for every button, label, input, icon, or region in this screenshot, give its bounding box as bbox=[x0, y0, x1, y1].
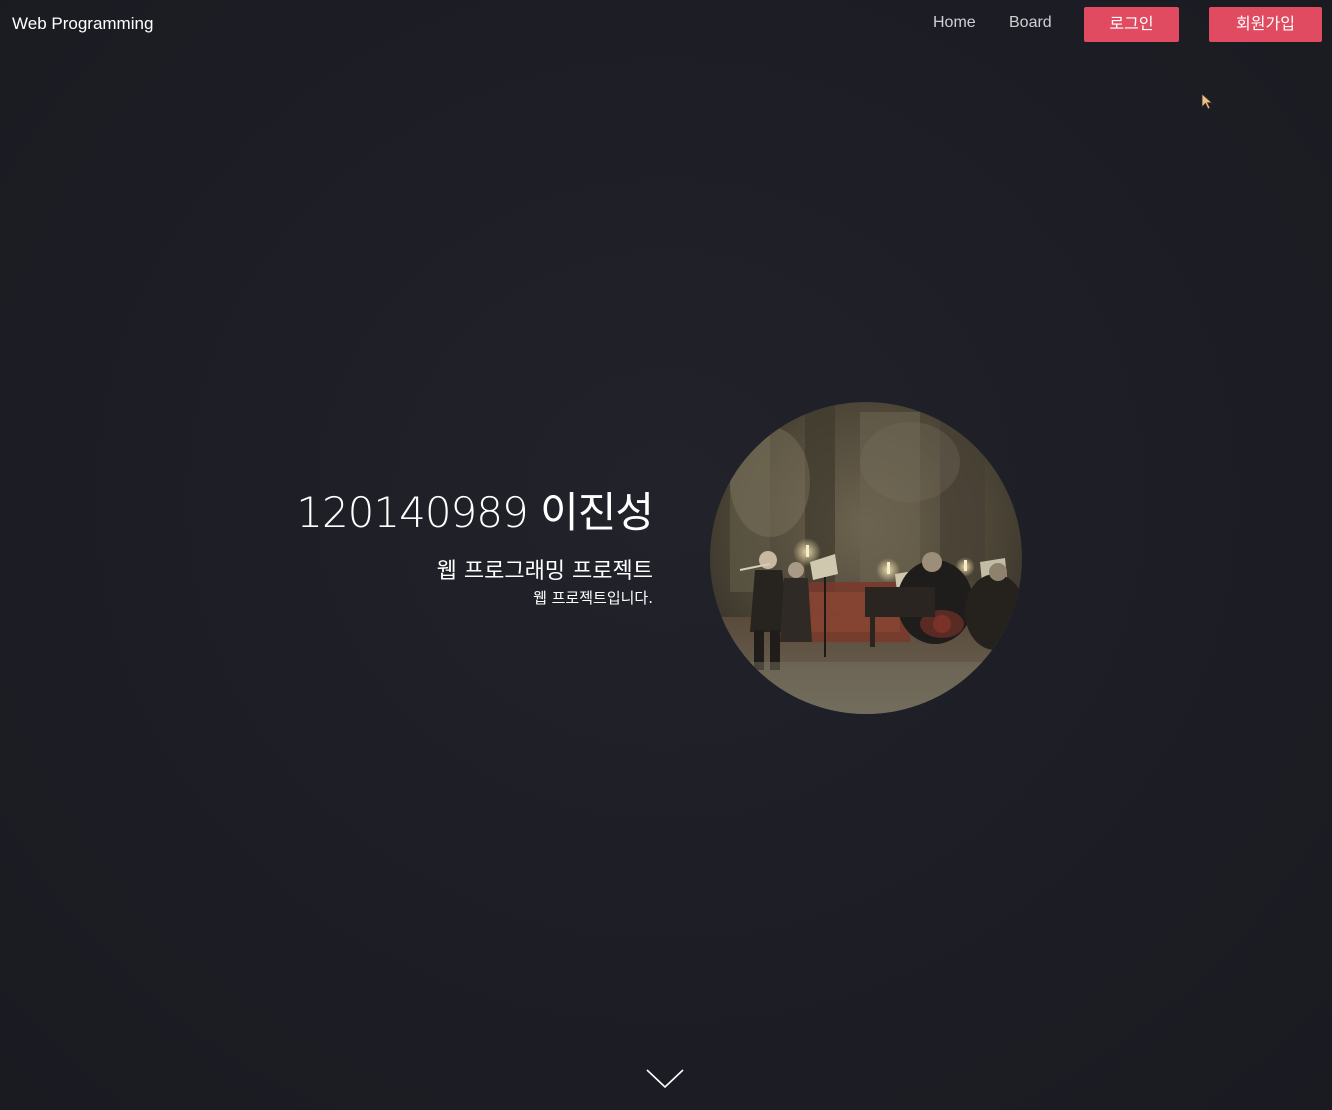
chevron-down-icon[interactable] bbox=[645, 1066, 685, 1090]
signup-button[interactable]: 회원가입 bbox=[1209, 7, 1322, 42]
page: Web Programming Home Board 로그인 회원가입 1201… bbox=[0, 0, 1332, 1110]
nav-link-home[interactable]: Home bbox=[933, 14, 976, 32]
top-navbar: Web Programming Home Board 로그인 회원가입 bbox=[0, 0, 1332, 48]
brand-logo[interactable]: Web Programming bbox=[12, 14, 153, 34]
hero-subtitle: 웹 프로그래밍 프로젝트 bbox=[436, 559, 653, 584]
hero-description: 웹 프로젝트입니다. bbox=[533, 589, 653, 607]
login-button[interactable]: 로그인 bbox=[1084, 7, 1179, 42]
hero-text-block: 120140989 이진성 웹 프로그래밍 프로젝트 웹 프로젝트입니다. bbox=[296, 484, 654, 608]
concert-painting-image bbox=[710, 402, 1022, 714]
mouse-cursor-icon bbox=[1201, 93, 1213, 110]
nav-link-board[interactable]: Board bbox=[1009, 14, 1052, 32]
hero-title: 120140989 이진성 bbox=[296, 488, 654, 537]
